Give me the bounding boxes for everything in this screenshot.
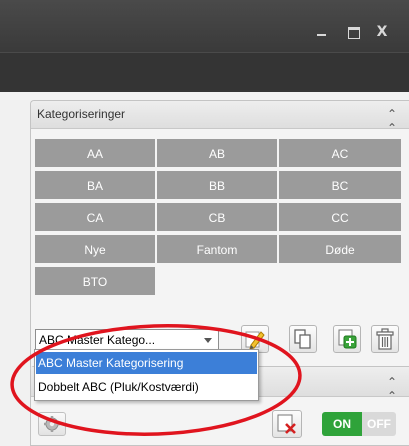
title-bar: X — [0, 0, 409, 52]
select-value: ABC Master Katego... — [39, 333, 156, 347]
categorization-panel: Kategoriseringer ⌃ ⌃ AA AB AC BA BB BC CA… — [30, 100, 409, 371]
category-tile[interactable]: AB — [157, 139, 279, 169]
double-chevron-up-icon[interactable]: ⌃ ⌃ — [387, 375, 397, 403]
toggle-on-label: ON — [322, 412, 362, 436]
on-off-toggle[interactable]: ON OFF — [322, 412, 396, 436]
clear-filter-button[interactable] — [272, 410, 302, 438]
category-tile[interactable]: BB — [157, 171, 279, 201]
category-tile[interactable]: CB — [157, 203, 279, 233]
add-button[interactable] — [333, 325, 361, 353]
chevron-down-icon — [204, 338, 212, 343]
category-tile[interactable]: Fantom — [157, 235, 279, 265]
delete-button[interactable] — [371, 325, 399, 353]
minimize-button[interactable] — [311, 22, 331, 42]
settings-button[interactable] — [38, 412, 66, 436]
option-dobbelt-abc[interactable]: Dobbelt ABC (Pluk/Kostværdi) — [36, 376, 257, 398]
copy-button[interactable] — [289, 325, 317, 353]
copy-icon — [294, 329, 311, 349]
category-tile[interactable]: Døde — [279, 235, 401, 265]
category-tile[interactable]: BTO — [35, 267, 157, 297]
category-tile[interactable]: CA — [35, 203, 157, 233]
gear-icon — [44, 416, 60, 432]
category-tile[interactable]: BA — [35, 171, 157, 201]
category-tile[interactable]: Nye — [35, 235, 157, 265]
double-chevron-up-icon[interactable]: ⌃ ⌃ — [387, 107, 397, 135]
category-tile[interactable]: CC — [279, 203, 401, 233]
category-tile[interactable]: AC — [279, 139, 401, 169]
category-tile[interactable]: BC — [279, 171, 401, 201]
categorization-select[interactable]: ABC Master Katego... — [35, 329, 219, 351]
add-icon — [338, 329, 357, 349]
maximize-button[interactable] — [343, 22, 363, 42]
categorization-options-list: ABC Master Kategorisering Dobbelt ABC (P… — [34, 349, 259, 401]
toggle-off-label: OFF — [362, 412, 396, 436]
clear-filter-icon — [277, 414, 296, 434]
category-tile[interactable]: AA — [35, 139, 157, 169]
option-abc-master[interactable]: ABC Master Kategorisering — [36, 352, 257, 374]
toolbar-strip — [0, 52, 409, 92]
close-button[interactable]: X — [372, 22, 392, 42]
app-window: X Kategoriseringer ⌃ ⌃ AA AB AC BA BB BC … — [0, 0, 409, 446]
delete-icon — [376, 328, 394, 350]
panel-title: Kategoriseringer — [37, 107, 126, 121]
panel-header[interactable]: Kategoriseringer ⌃ ⌃ — [31, 101, 409, 135]
